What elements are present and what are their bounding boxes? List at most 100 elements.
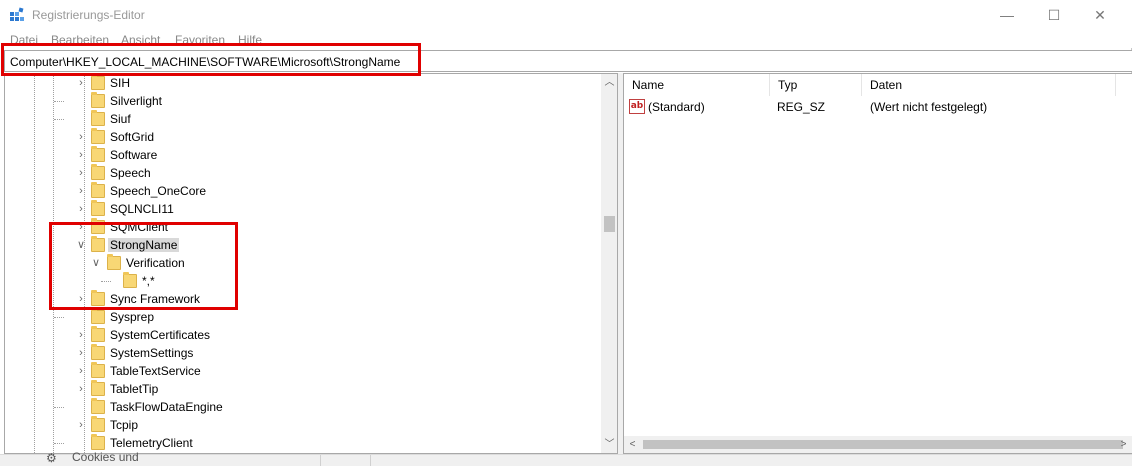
tree-item-label[interactable]: SQLNCLI11: [108, 202, 176, 216]
value-row[interactable]: ab (Standard) REG_SZ (Wert nicht festgel…: [624, 98, 1132, 116]
scroll-up-arrow-icon[interactable]: ︿: [601, 74, 617, 91]
key-tree: › SIH Silverlight Siuf › SoftGrid › Software › Sp…: [5, 74, 601, 453]
folder-icon: [91, 290, 105, 306]
expand-chevron-icon[interactable]: ›: [75, 328, 87, 342]
menu-ansicht[interactable]: Ansicht: [121, 33, 160, 47]
scroll-right-arrow-icon[interactable]: >: [1115, 436, 1132, 453]
window-title: Registrierungs-Editor: [32, 8, 145, 22]
folder-icon: [123, 272, 137, 288]
expand-chevron-icon[interactable]: ›: [75, 184, 87, 198]
scroll-thumb[interactable]: [604, 216, 615, 232]
column-header-name[interactable]: Name: [624, 74, 770, 96]
tree-item-label[interactable]: Tcpip: [108, 418, 140, 432]
collapse-chevron-icon[interactable]: ∨: [90, 256, 102, 270]
gear-icon: ⚙: [46, 451, 57, 465]
folder-icon: [91, 110, 105, 126]
tree-item-label[interactable]: Software: [108, 148, 159, 162]
tree-item[interactable]: › Speech_OneCore: [5, 182, 601, 200]
expand-chevron-icon[interactable]: ›: [75, 418, 87, 432]
menu-datei[interactable]: Datei: [10, 33, 38, 47]
tree-item[interactable]: ∨ StrongName: [5, 236, 601, 254]
tree-item-label[interactable]: TelemetryClient: [108, 436, 195, 450]
tree-item-label[interactable]: Siuf: [108, 112, 133, 126]
address-bar[interactable]: Computer\HKEY_LOCAL_MACHINE\SOFTWARE\Mic…: [4, 50, 1132, 72]
minimize-button[interactable]: —: [984, 0, 1030, 30]
expand-chevron-icon[interactable]: ›: [75, 148, 87, 162]
expand-chevron-icon[interactable]: ›: [75, 292, 87, 306]
expand-chevron-icon[interactable]: ›: [75, 220, 87, 234]
tree-item[interactable]: › SQLNCLI11: [5, 200, 601, 218]
expand-chevron-icon[interactable]: ›: [75, 346, 87, 360]
expand-chevron-icon[interactable]: ›: [75, 382, 87, 396]
list-horizontal-scrollbar[interactable]: < >: [624, 436, 1132, 453]
scroll-thumb[interactable]: [643, 440, 1123, 449]
value-data: (Wert nicht festgelegt): [870, 100, 988, 114]
tree-item[interactable]: › Software: [5, 146, 601, 164]
tree-item[interactable]: › Sync Framework: [5, 290, 601, 308]
tree-item[interactable]: ∨ Verification: [5, 254, 601, 272]
string-value-icon: ab: [629, 99, 645, 114]
registry-editor-icon: [10, 7, 24, 21]
close-button[interactable]: ✕: [1077, 0, 1123, 30]
tree-item[interactable]: Silverlight: [5, 92, 601, 110]
expand-chevron-icon[interactable]: ›: [75, 364, 87, 378]
tree-item-label[interactable]: Sysprep: [108, 310, 156, 324]
maximize-button[interactable]: ☐: [1031, 0, 1077, 30]
column-header-type[interactable]: Typ: [770, 74, 862, 96]
tree-item[interactable]: TaskFlowDataEngine: [5, 398, 601, 416]
menu-favoriten[interactable]: Favoriten: [175, 33, 225, 47]
tree-item-label[interactable]: TabletTip: [108, 382, 160, 396]
tree-item[interactable]: *,*: [5, 272, 601, 290]
value-type: REG_SZ: [777, 100, 826, 114]
key-tree-pane[interactable]: › SIH Silverlight Siuf › SoftGrid › Software › Sp…: [4, 73, 618, 454]
expand-chevron-icon[interactable]: ›: [75, 130, 87, 144]
scroll-down-arrow-icon[interactable]: ﹀: [601, 436, 617, 453]
folder-icon: [91, 308, 105, 324]
tree-item[interactable]: › Speech: [5, 164, 601, 182]
tree-connector: [54, 443, 64, 444]
tree-item-label[interactable]: SystemSettings: [108, 346, 195, 360]
menu-bearbeiten[interactable]: Bearbeiten: [51, 33, 109, 47]
tree-item[interactable]: Siuf: [5, 110, 601, 128]
tree-item-label[interactable]: Verification: [124, 256, 187, 270]
registry-editor-window: Registrierungs-Editor — ☐ ✕ Datei Bearbe…: [0, 0, 1132, 466]
tree-item[interactable]: › SQMClient: [5, 218, 601, 236]
tree-item-label[interactable]: SQMClient: [108, 220, 170, 234]
tree-item-label[interactable]: Speech_OneCore: [108, 184, 208, 198]
tree-item-label[interactable]: TableTextService: [108, 364, 203, 378]
tree-item-label[interactable]: TaskFlowDataEngine: [108, 400, 225, 414]
folder-icon: [91, 92, 105, 108]
tree-vertical-scrollbar[interactable]: ︿ ﹀: [601, 74, 617, 453]
folder-icon: [91, 164, 105, 180]
tree-item-label[interactable]: SystemCertificates: [108, 328, 212, 342]
tree-item[interactable]: › SoftGrid: [5, 128, 601, 146]
tree-item-label[interactable]: SIH: [108, 76, 132, 90]
tree-item-label[interactable]: Silverlight: [108, 94, 164, 108]
menu-hilfe[interactable]: Hilfe: [238, 33, 262, 47]
tree-item[interactable]: › Tcpip: [5, 416, 601, 434]
tree-connector: [54, 317, 64, 318]
tree-item-label[interactable]: Speech: [108, 166, 153, 180]
tree-item-label[interactable]: Sync Framework: [108, 292, 202, 306]
column-header-data[interactable]: Daten: [862, 74, 1116, 96]
tree-item[interactable]: Sysprep: [5, 308, 601, 326]
tree-item[interactable]: › SystemSettings: [5, 344, 601, 362]
expand-chevron-icon[interactable]: ›: [75, 166, 87, 180]
expand-chevron-icon[interactable]: ›: [75, 76, 87, 90]
tree-item-label[interactable]: SoftGrid: [108, 130, 156, 144]
folder-icon: [91, 344, 105, 360]
tree-item-label[interactable]: StrongName: [108, 238, 180, 252]
address-path[interactable]: Computer\HKEY_LOCAL_MACHINE\SOFTWARE\Mic…: [10, 55, 400, 69]
tree-item[interactable]: › TabletTip: [5, 380, 601, 398]
tree-item[interactable]: › TableTextService: [5, 362, 601, 380]
tree-item[interactable]: › SystemCertificates: [5, 326, 601, 344]
tree-connector: [101, 281, 111, 282]
scroll-left-arrow-icon[interactable]: <: [624, 436, 641, 453]
expand-chevron-icon[interactable]: ›: [75, 202, 87, 216]
folder-icon: [91, 434, 105, 450]
tree-item[interactable]: › SIH: [5, 74, 601, 92]
tree-item-label[interactable]: *,*: [140, 274, 157, 288]
value-list-pane[interactable]: Name Typ Daten ab (Standard) REG_SZ (Wer…: [623, 73, 1132, 454]
collapse-chevron-icon[interactable]: ∨: [75, 238, 87, 252]
folder-icon: [91, 236, 105, 252]
